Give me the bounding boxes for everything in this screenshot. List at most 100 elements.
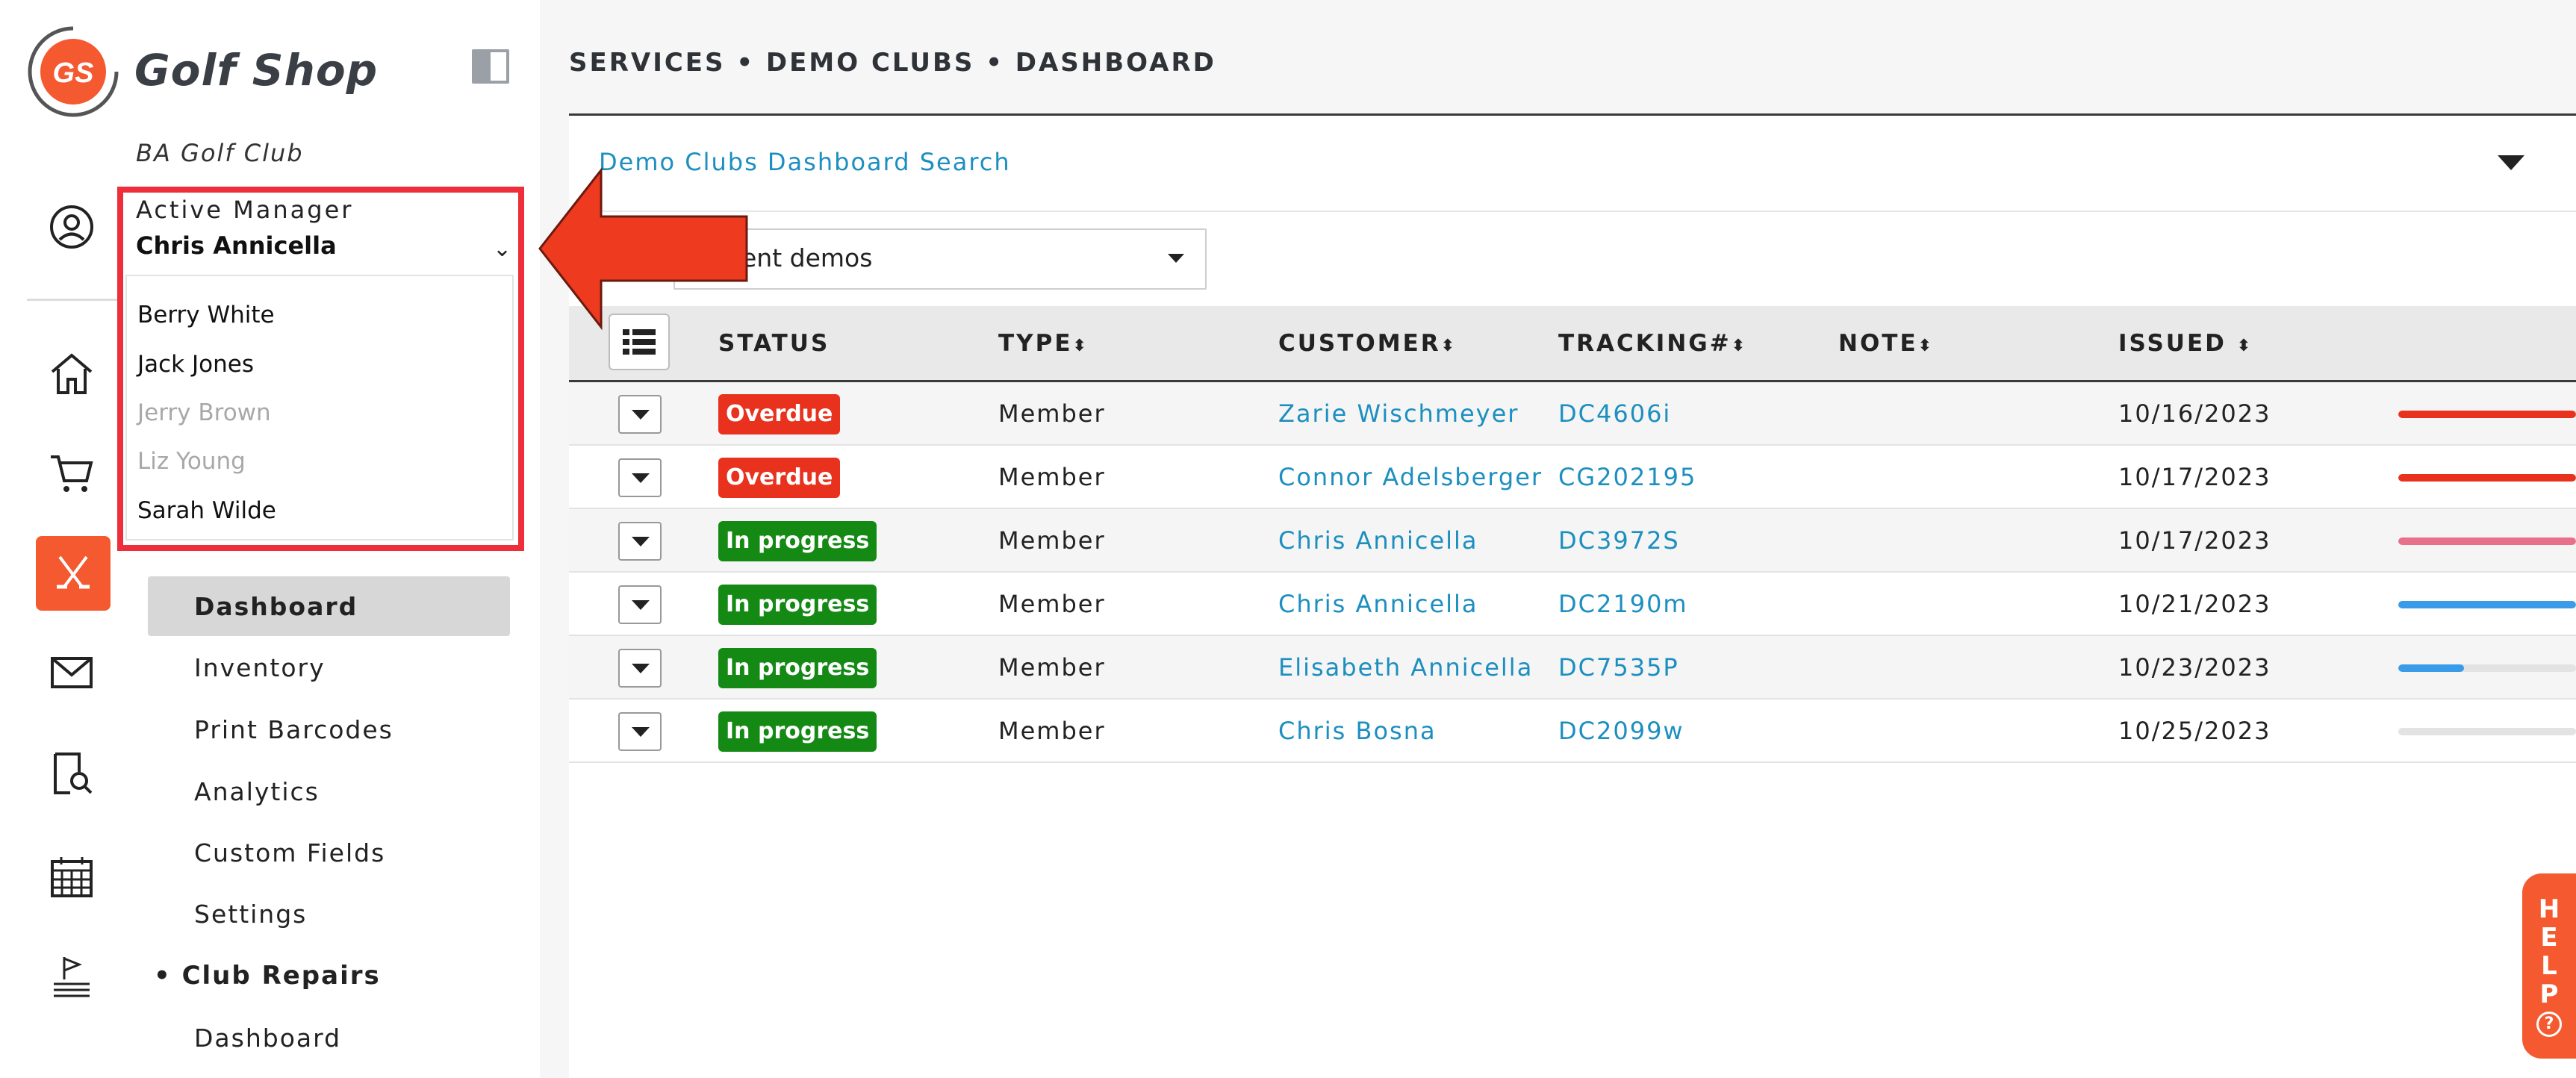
bullet-icon: • (154, 961, 182, 991)
customer-link[interactable]: Chris Annicella (1278, 590, 1478, 618)
subnav-label: Inventory (194, 652, 326, 682)
column-header-issued[interactable]: ISSUED ⬍ (2118, 330, 2253, 357)
subnav-label: Dashboard (194, 591, 358, 621)
cell-type: Member (998, 399, 1106, 428)
tracking-link[interactable]: CG202195 (1558, 463, 1696, 491)
club-name: BA Golf Club (136, 139, 304, 167)
calendar-icon[interactable] (45, 850, 99, 903)
cell-type: Member (998, 589, 1106, 618)
search-document-icon[interactable] (45, 747, 99, 800)
customer-link[interactable]: Connor Adelsberger (1278, 463, 1543, 491)
caret-down-icon[interactable] (1168, 254, 1184, 263)
row-menu-button[interactable] (618, 521, 662, 561)
red-arrow-icon (538, 166, 748, 331)
cell-issued: 10/17/2023 (2118, 526, 2271, 555)
demo-filter-value: ent demos (741, 243, 873, 272)
help-letter: L (2541, 951, 2557, 981)
subnav-label: Settings (194, 899, 308, 929)
column-label: CUSTOMER (1278, 330, 1441, 357)
highlight-box (117, 187, 524, 551)
subnav-custom-fields[interactable]: Custom Fields (148, 823, 510, 882)
progress-fill (2398, 473, 2576, 482)
cell-type: Member (998, 526, 1106, 555)
app-root: { "app": {"logo_text": "GS", "brand": "G… (0, 0, 2576, 1078)
row-menu-button[interactable] (618, 458, 662, 497)
subnav-inventory[interactable]: Inventory (148, 638, 510, 697)
cell-issued: 10/16/2023 (2118, 399, 2271, 428)
column-header-note[interactable]: NOTE⬍ (1838, 330, 1934, 357)
column-label: NOTE (1838, 330, 1918, 357)
search-divider (569, 211, 2576, 212)
subnav-label: Custom Fields (194, 838, 386, 867)
customer-link[interactable]: Chris Annicella (1278, 526, 1478, 555)
account-icon[interactable] (45, 200, 99, 254)
subnav-analytics[interactable]: Analytics (148, 761, 510, 821)
progress-bar (2398, 727, 2576, 735)
caret-down-icon[interactable] (2498, 155, 2524, 170)
subnav-label: Analytics (194, 776, 320, 806)
sort-icon[interactable]: ⬍ (1918, 337, 1934, 355)
progress-fill (2398, 537, 2576, 545)
progress-fill (2398, 664, 2465, 672)
subnav-print-barcodes[interactable]: Print Barcodes (148, 700, 510, 759)
status-badge: In progress (718, 584, 877, 625)
tracking-link[interactable]: DC7535P (1558, 653, 1679, 682)
column-label: TRACKING# (1558, 330, 1732, 357)
subnav-demo-dashboard[interactable]: Dashboard (148, 576, 510, 636)
status-badge: In progress (718, 520, 877, 561)
status-badge: In progress (718, 647, 877, 688)
row-menu-button[interactable] (618, 394, 662, 434)
progress-bar (2398, 537, 2576, 545)
progress-fill (2398, 600, 2576, 608)
progress-bar (2398, 473, 2576, 482)
cart-icon[interactable] (45, 446, 99, 500)
column-header-tracking[interactable]: TRACKING#⬍ (1558, 330, 1747, 357)
row-menu-button[interactable] (618, 711, 662, 751)
question-circle-icon: ? (2536, 1012, 2562, 1037)
sort-icon[interactable]: ⬍ (1732, 337, 1747, 355)
progress-bar (2398, 664, 2576, 672)
status-badge: Overdue (718, 457, 841, 498)
customer-link[interactable]: Chris Bosna (1278, 717, 1437, 745)
subnav-settings[interactable]: Settings (148, 884, 510, 944)
column-header-customer[interactable]: CUSTOMER⬍ (1278, 330, 1457, 357)
column-label: ISSUED (2118, 330, 2227, 357)
cell-type: Member (998, 716, 1106, 745)
row-menu-button[interactable] (618, 585, 662, 624)
subnav-repairs-dashboard[interactable]: Dashboard (148, 1008, 510, 1068)
tracking-link[interactable]: DC2099w (1558, 717, 1684, 745)
progress-fill (2398, 410, 2576, 418)
cell-issued: 10/21/2023 (2118, 589, 2271, 618)
progress-bar (2398, 600, 2576, 608)
tracking-link[interactable]: DC2190m (1558, 590, 1688, 618)
customer-link[interactable]: Zarie Wischmeyer (1278, 399, 1519, 428)
club-repairs-label: Club Repairs (181, 961, 381, 991)
status-badge: Overdue (718, 393, 841, 434)
golf-flag-icon[interactable] (45, 951, 99, 1005)
column-header-type[interactable]: TYPE⬍ (998, 330, 1089, 357)
help-tab[interactable]: H E L P ? (2522, 873, 2576, 1059)
sort-icon[interactable]: ⬍ (1441, 337, 1457, 355)
golf-shop-logo[interactable]: GS (27, 25, 119, 118)
brand-name: Golf Shop (134, 45, 379, 96)
help-letter: H (2538, 894, 2560, 924)
cell-issued: 10/25/2023 (2118, 716, 2271, 745)
home-icon[interactable] (45, 346, 99, 400)
status-badge: In progress (718, 711, 877, 752)
tracking-link[interactable]: DC3972S (1558, 526, 1680, 555)
golf-clubs-icon[interactable] (36, 536, 111, 611)
customer-link[interactable]: Elisabeth Annicella (1278, 653, 1533, 682)
mail-icon[interactable] (45, 645, 99, 699)
help-letter: P (2539, 979, 2559, 1009)
cell-type: Member (998, 462, 1106, 491)
club-repairs-heading[interactable]: • Club Repairs (154, 961, 381, 991)
logo-text: GS (53, 57, 94, 89)
help-letter: E (2540, 923, 2558, 953)
cell-issued: 10/23/2023 (2118, 652, 2271, 682)
tracking-link[interactable]: DC4606i (1558, 399, 1671, 428)
sidebar-collapse-icon[interactable] (472, 49, 509, 84)
sort-icon[interactable]: ⬍ (1073, 337, 1089, 355)
sort-icon[interactable]: ⬍ (2237, 337, 2253, 355)
breadcrumb: SERVICES • DEMO CLUBS • DASHBOARD (569, 48, 1216, 78)
row-menu-button[interactable] (618, 648, 662, 688)
